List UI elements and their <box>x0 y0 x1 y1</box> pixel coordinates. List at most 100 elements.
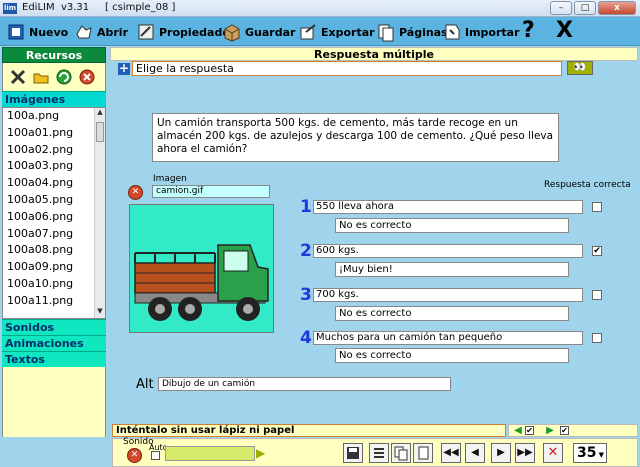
image-list-item[interactable]: 100a10.png <box>3 276 105 293</box>
list-view-button[interactable] <box>369 443 389 463</box>
instructions-input[interactable]: Elige la respuesta <box>132 61 562 76</box>
first-page-button[interactable]: ◀◀ <box>441 443 461 463</box>
tools-icon[interactable] <box>9 68 27 86</box>
maximize-button[interactable]: □ <box>574 1 596 15</box>
export-icon <box>298 22 318 42</box>
save-page-button[interactable] <box>343 443 363 463</box>
minimize-button[interactable]: – <box>550 1 572 15</box>
hint-input[interactable]: Inténtalo sin usar lápiz ni papel <box>112 424 506 437</box>
image-list-item[interactable]: 100a01.png <box>3 125 105 142</box>
pages-icon <box>376 22 396 42</box>
hint-controls: ◀ ✔ ▶ ✔ <box>508 424 638 437</box>
exportar-label: Exportar <box>321 25 375 39</box>
abrir-button[interactable]: Abrir <box>74 21 128 43</box>
open-folder-icon[interactable] <box>32 68 50 86</box>
guardar-button[interactable]: Guardar <box>222 21 295 43</box>
delete-page-icon[interactable]: ✕ <box>543 443 563 463</box>
nuevo-button[interactable]: Nuevo <box>6 21 68 43</box>
images-list: 100a.png 100a01.png 100a02.png 100a03.png 10… <box>2 107 106 319</box>
animations-section[interactable]: Animaciones <box>2 335 106 351</box>
images-scrollbar[interactable]: ▲ ▼ <box>94 108 105 318</box>
answer-1-input[interactable]: 550 lleva ahora <box>313 200 583 214</box>
help-button[interactable]: ? <box>522 20 535 42</box>
title-bar: lim EdiLIM v3.31 [ csimple_08 ] – □ x <box>0 0 640 17</box>
answer-1-feedback[interactable]: No es correcto <box>335 218 569 233</box>
answer-number-1: 1 <box>300 197 312 217</box>
image-list-item[interactable]: 100a08.png <box>3 242 105 259</box>
sound-field[interactable] <box>165 446 255 461</box>
copy-page-button[interactable] <box>391 443 411 463</box>
previous-page-button[interactable]: ◀ <box>465 443 485 463</box>
exportar-button[interactable]: Exportar <box>298 21 375 43</box>
correct-answer-label: Respuesta correcta <box>544 180 631 190</box>
image-list-item[interactable]: 100a06.png <box>3 209 105 226</box>
next-page-button[interactable]: ▶ <box>491 443 511 463</box>
answer-2-feedback[interactable]: ¡Muy bien! <box>335 262 569 277</box>
hint-checkbox-1[interactable]: ✔ <box>525 426 534 435</box>
delete-sound-icon[interactable]: ✕ <box>127 448 142 463</box>
refresh-icon[interactable] <box>55 68 73 86</box>
open-hand-icon <box>74 22 94 42</box>
paginas-label: Páginas <box>399 25 448 39</box>
image-list-item[interactable]: 100a11.png <box>3 293 105 310</box>
resources-filler <box>2 367 106 437</box>
alt-text-input[interactable]: Dibujo de un camión <box>158 377 451 391</box>
arrow-left-icon[interactable]: ◀ <box>511 426 525 436</box>
answer-3-input[interactable]: 700 kgs. <box>313 288 583 302</box>
resources-tools <box>2 63 106 91</box>
save-box-icon <box>222 22 242 42</box>
scroll-thumb[interactable] <box>96 122 104 142</box>
footer-bar: Sonido Auto ✕ ▶ ◀◀ ◀ ▶ ▶▶ ✕ 35 ▼ <box>112 437 638 467</box>
answer-2-correct-checkbox[interactable]: ✔ <box>592 246 602 256</box>
page-number-select[interactable]: 35 ▼ <box>573 443 607 463</box>
question-text[interactable]: Un camión transporta 500 kgs. de cemento… <box>152 113 559 162</box>
arrow-right-icon[interactable]: ▶ <box>543 426 557 436</box>
scroll-up-icon[interactable]: ▲ <box>95 108 105 119</box>
answer-3-feedback[interactable]: No es correcto <box>335 306 569 321</box>
properties-icon <box>136 22 156 42</box>
image-list-item[interactable]: 100a03.png <box>3 158 105 175</box>
exit-button[interactable]: X <box>556 20 573 42</box>
answer-4-correct-checkbox[interactable] <box>592 333 602 343</box>
image-list-item[interactable]: 100a.png <box>3 108 105 125</box>
preview-eyes-icon[interactable]: 👀 <box>567 61 593 75</box>
new-page-button[interactable] <box>413 443 433 463</box>
floppy-icon <box>347 447 359 459</box>
answer-4-input[interactable]: Muchos para un camión tan pequeño <box>313 331 583 345</box>
image-list-item[interactable]: 100a07.png <box>3 226 105 243</box>
image-list-item[interactable]: 100a04.png <box>3 175 105 192</box>
app-icon: lim <box>3 3 17 14</box>
image-list-item[interactable]: 100a02.png <box>3 142 105 159</box>
close-window-button[interactable]: x <box>598 1 636 15</box>
delete-icon[interactable] <box>78 68 96 86</box>
guardar-label: Guardar <box>245 25 296 39</box>
texts-section[interactable]: Textos <box>2 351 106 367</box>
play-sound-icon[interactable]: ▶ <box>256 446 270 461</box>
scroll-down-icon[interactable]: ▼ <box>95 307 105 318</box>
dropdown-arrow-icon: ▼ <box>598 451 604 459</box>
import-icon <box>442 22 462 42</box>
images-section[interactable]: Imágenes <box>2 91 106 107</box>
delete-image-icon[interactable]: ✕ <box>128 185 143 200</box>
resources-header: Recursos <box>2 47 106 63</box>
image-list-item[interactable]: 100a09.png <box>3 259 105 276</box>
nuevo-label: Nuevo <box>29 25 69 39</box>
image-file-field[interactable]: camion.gif <box>152 185 270 198</box>
image-list-item[interactable]: 100a05.png <box>3 192 105 209</box>
answer-3-correct-checkbox[interactable] <box>592 290 602 300</box>
resources-panel: Recursos Imágenes 100a.png 100a01.png 100a… <box>2 47 106 467</box>
new-file-icon <box>6 22 26 42</box>
copy-icon <box>394 446 408 461</box>
editor-area: Respuesta múltiple + Elige la respuesta … <box>110 47 638 424</box>
hint-checkbox-2[interactable]: ✔ <box>560 426 569 435</box>
answer-1-correct-checkbox[interactable] <box>592 202 602 212</box>
sounds-section[interactable]: Sonidos <box>2 319 106 335</box>
answer-4-feedback[interactable]: No es correcto <box>335 348 569 363</box>
importar-button[interactable]: Importar <box>442 21 520 43</box>
last-page-button[interactable]: ▶▶ <box>515 443 535 463</box>
paginas-button[interactable]: Páginas <box>376 21 448 43</box>
auto-checkbox[interactable] <box>151 451 160 460</box>
answer-number-3: 3 <box>300 285 312 305</box>
add-icon[interactable]: + <box>118 62 130 75</box>
answer-2-input[interactable]: 600 kgs. <box>313 244 583 258</box>
